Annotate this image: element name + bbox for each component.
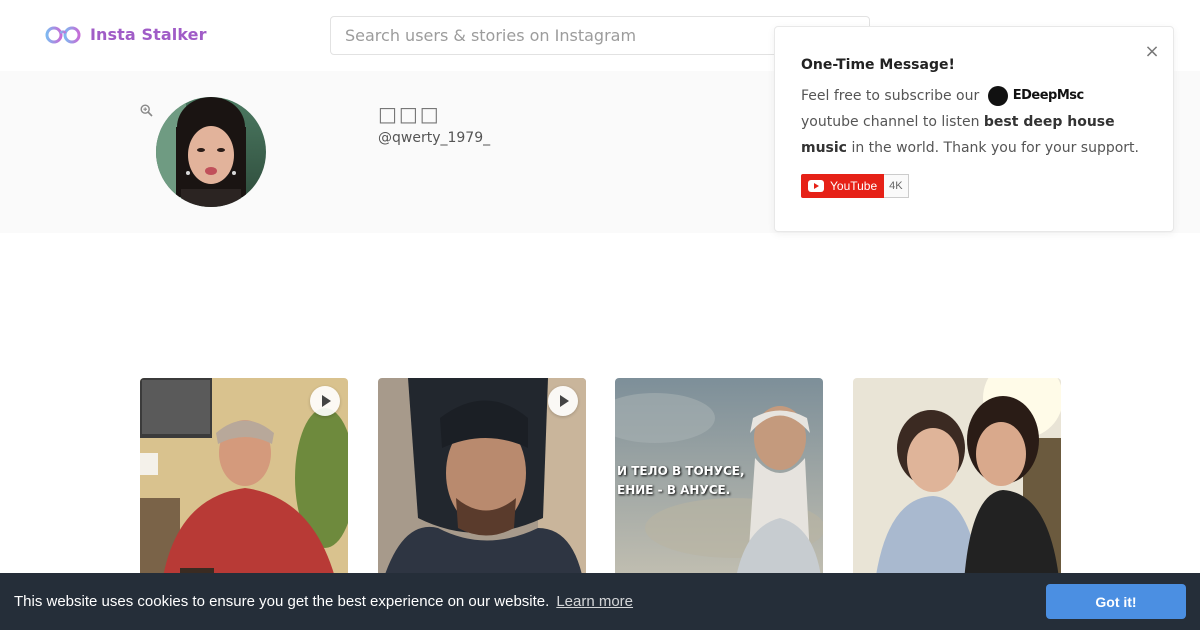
- page: Insta Stalker Search users & stories on …: [0, 0, 1200, 630]
- cookie-banner: This website uses cookies to ensure you …: [0, 573, 1200, 630]
- profile-name: □□□: [378, 102, 441, 126]
- close-icon[interactable]: ×: [1143, 43, 1161, 61]
- popup-text-3: in the world. Thank you for your support…: [851, 140, 1139, 156]
- cookie-message: This website uses cookies to ensure you …: [14, 593, 550, 610]
- youtube-button[interactable]: YouTube: [801, 174, 885, 198]
- popup-title: One-Time Message!: [801, 57, 955, 73]
- magnifier-plus-icon[interactable]: [140, 104, 153, 117]
- popup-text-1: Feel free to subscribe our: [801, 88, 980, 104]
- play-icon: [310, 386, 340, 416]
- popup-text-2: youtube channel to listen: [801, 114, 980, 130]
- post-tile[interactable]: [140, 378, 348, 598]
- youtube-subscribe: YouTube 4K: [801, 174, 909, 198]
- post-tile[interactable]: [378, 378, 586, 598]
- post-image: [853, 378, 1061, 598]
- one-time-message-popup: × One-Time Message! Feel free to subscri…: [774, 26, 1174, 232]
- profile-handle: @qwerty_1979_: [378, 130, 491, 146]
- subscriber-count: 4K: [884, 174, 909, 198]
- learn-more-link[interactable]: Learn more: [556, 593, 633, 610]
- post-overlay-line-1: И ТЕЛО В ТОНУСЕ,: [617, 464, 745, 478]
- brand-chip[interactable]: EDeepMsc: [987, 83, 1085, 109]
- brand-logo-icon: [987, 86, 1008, 106]
- got-it-button[interactable]: Got it!: [1046, 584, 1186, 619]
- glasses-icon: [45, 26, 81, 44]
- youtube-label: YouTube: [830, 179, 878, 193]
- avatar[interactable]: [156, 97, 266, 207]
- play-icon: [548, 386, 578, 416]
- brand-name: EDeepMsc: [1012, 88, 1085, 103]
- youtube-icon: [808, 180, 824, 192]
- logo-text: Insta Stalker: [90, 24, 207, 44]
- post-tile[interactable]: [853, 378, 1061, 598]
- post-tile[interactable]: И ТЕЛО В ТОНУСЕ, ЕНИЕ - В АНУСЕ.: [615, 378, 823, 598]
- logo[interactable]: Insta Stalker: [45, 22, 207, 46]
- post-overlay-line-2: ЕНИЕ - В АНУСЕ.: [617, 483, 731, 497]
- popup-body: Feel free to subscribe our EDeepMsc yout…: [801, 83, 1151, 161]
